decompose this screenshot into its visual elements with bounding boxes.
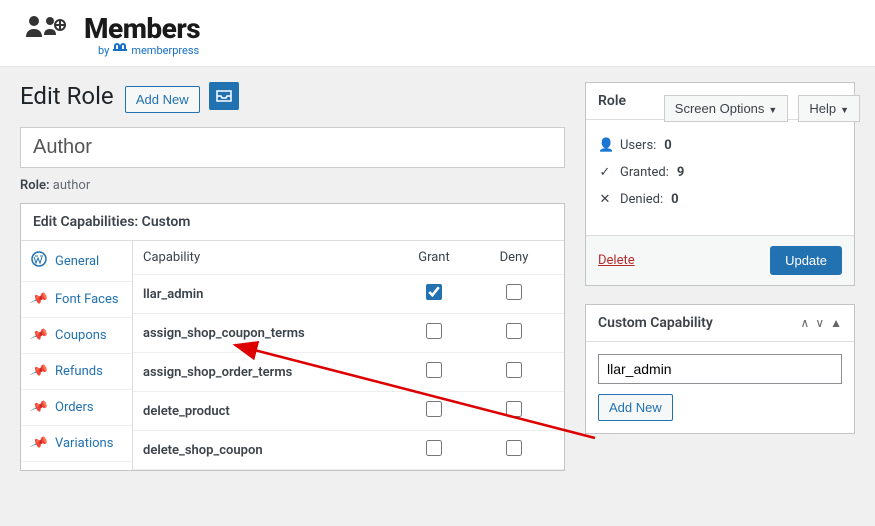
tab-variations[interactable]: 📌 Variations	[21, 426, 132, 462]
deny-checkbox[interactable]	[506, 362, 522, 378]
capability-row: assign_shop_coupon_terms	[133, 314, 564, 353]
capability-row: assign_shop_order_terms	[133, 353, 564, 392]
thumbtack-icon: 📌	[29, 434, 49, 454]
page-title: Edit Role	[20, 82, 114, 110]
delete-role-link[interactable]: Delete	[598, 253, 635, 268]
deny-checkbox[interactable]	[506, 284, 522, 300]
by-name: memberpress	[131, 44, 199, 57]
add-new-role-button[interactable]: Add New	[125, 86, 200, 113]
user-icon: 👤	[598, 138, 612, 153]
col-deny: Deny	[474, 250, 554, 265]
grant-checkbox[interactable]	[426, 362, 442, 378]
caret-down-icon: ▼	[768, 105, 777, 115]
screen-options-button[interactable]: Screen Options▼	[664, 95, 789, 122]
role-metabox-title: Role	[598, 93, 626, 109]
role-name-input[interactable]	[20, 127, 565, 168]
capability-row: delete_shop_coupon	[133, 431, 564, 470]
members-logo-icon	[20, 13, 74, 45]
users-stat: 👤 Users: 0	[598, 132, 842, 159]
chevron-up-icon[interactable]: ∧	[801, 316, 810, 330]
custom-capability-metabox: Custom Capability ∧ ∨ ▲ Add New	[585, 304, 855, 434]
thumbtack-icon: 📌	[29, 290, 49, 310]
tab-font-faces[interactable]: 📌 Font Faces	[21, 282, 132, 318]
add-capability-button[interactable]: Add New	[598, 394, 673, 421]
thumbtack-icon: 📌	[29, 398, 49, 418]
capabilities-box: Edit Capabilities: Custom General 📌 Font…	[20, 203, 565, 471]
brand-name: Members	[84, 12, 200, 45]
tab-coupons[interactable]: 📌 Coupons	[21, 318, 132, 354]
col-capability: Capability	[143, 250, 394, 265]
custom-capability-title: Custom Capability	[598, 315, 713, 331]
caret-down-icon: ▼	[840, 105, 849, 115]
grant-checkbox[interactable]	[426, 401, 442, 417]
capabilities-header: Edit Capabilities: Custom	[21, 204, 564, 241]
tab-orders[interactable]: 📌 Orders	[21, 390, 132, 426]
update-role-button[interactable]: Update	[770, 246, 842, 275]
capability-tabs: General 📌 Font Faces 📌 Coupons 📌 Refunds	[21, 241, 133, 470]
help-button[interactable]: Help▼	[798, 95, 860, 122]
denied-stat: ✕ Denied: 0	[598, 186, 842, 213]
chevron-down-icon[interactable]: ∨	[815, 316, 824, 330]
capability-row: llar_admin	[133, 275, 564, 314]
tab-general[interactable]: General	[21, 241, 132, 282]
wordpress-icon	[31, 251, 47, 271]
triangle-up-icon[interactable]: ▲	[830, 316, 842, 330]
custom-capability-input[interactable]	[598, 354, 842, 384]
by-prefix: by	[98, 44, 109, 57]
logo-area: Members by memberpress	[0, 0, 875, 67]
x-icon: ✕	[598, 192, 612, 207]
grant-checkbox[interactable]	[426, 323, 442, 339]
deny-checkbox[interactable]	[506, 401, 522, 417]
thumbtack-icon: 📌	[29, 362, 49, 382]
deny-checkbox[interactable]	[506, 440, 522, 456]
granted-stat: ✓ Granted: 9	[598, 159, 842, 186]
role-slug-label: Role: author	[20, 178, 565, 193]
inbox-button[interactable]	[209, 82, 239, 110]
grant-checkbox[interactable]	[426, 284, 442, 300]
grant-checkbox[interactable]	[426, 440, 442, 456]
capability-row: delete_product	[133, 392, 564, 431]
thumbtack-icon: 📌	[29, 326, 49, 346]
tab-refunds[interactable]: 📌 Refunds	[21, 354, 132, 390]
memberpress-logo-icon	[113, 43, 127, 58]
col-grant: Grant	[394, 250, 474, 265]
deny-checkbox[interactable]	[506, 323, 522, 339]
check-icon: ✓	[598, 165, 612, 180]
